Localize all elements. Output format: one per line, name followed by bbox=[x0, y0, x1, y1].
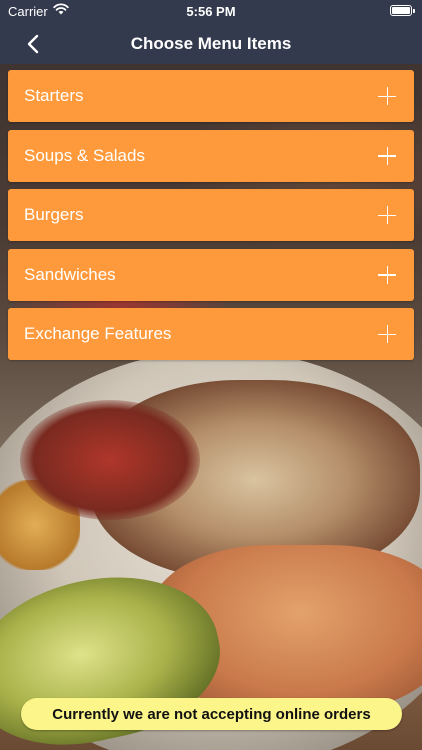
navigation-bar: Carrier 5:56 PM Choose Menu Items bbox=[0, 0, 422, 64]
plus-icon[interactable] bbox=[378, 87, 396, 105]
plus-icon[interactable] bbox=[378, 206, 396, 224]
menu-category-label: Exchange Features bbox=[24, 324, 172, 343]
menu-category-burgers[interactable]: Burgers bbox=[8, 189, 414, 241]
menu-category-sandwiches[interactable]: Sandwiches bbox=[8, 248, 414, 301]
bacon-shape bbox=[20, 400, 200, 520]
menu-category-list: Starters Soups & Salads Burgers Sandwich… bbox=[8, 70, 414, 368]
menu-category-label: Soups & Salads bbox=[24, 145, 145, 165]
plus-icon[interactable] bbox=[378, 265, 396, 284]
menu-category-label: Burgers bbox=[24, 205, 84, 224]
clock-time: 5:56 PM bbox=[186, 4, 236, 19]
page-title: Choose Menu Items bbox=[130, 34, 292, 53]
plus-icon[interactable] bbox=[378, 325, 396, 343]
menu-category-soups-salads[interactable]: Soups & Salads bbox=[8, 129, 414, 182]
menu-category-starters[interactable]: Starters bbox=[8, 70, 414, 122]
ordering-status-notice: Currently we are not accepting online or… bbox=[21, 698, 402, 730]
battery-icon bbox=[390, 5, 415, 16]
plus-icon[interactable] bbox=[378, 146, 396, 165]
status-bar: Carrier 5:56 PM bbox=[0, 0, 422, 22]
menu-category-label: Starters bbox=[24, 86, 84, 105]
menu-category-label: Sandwiches bbox=[24, 264, 116, 284]
menu-category-exchange-features[interactable]: Exchange Features bbox=[8, 308, 414, 360]
